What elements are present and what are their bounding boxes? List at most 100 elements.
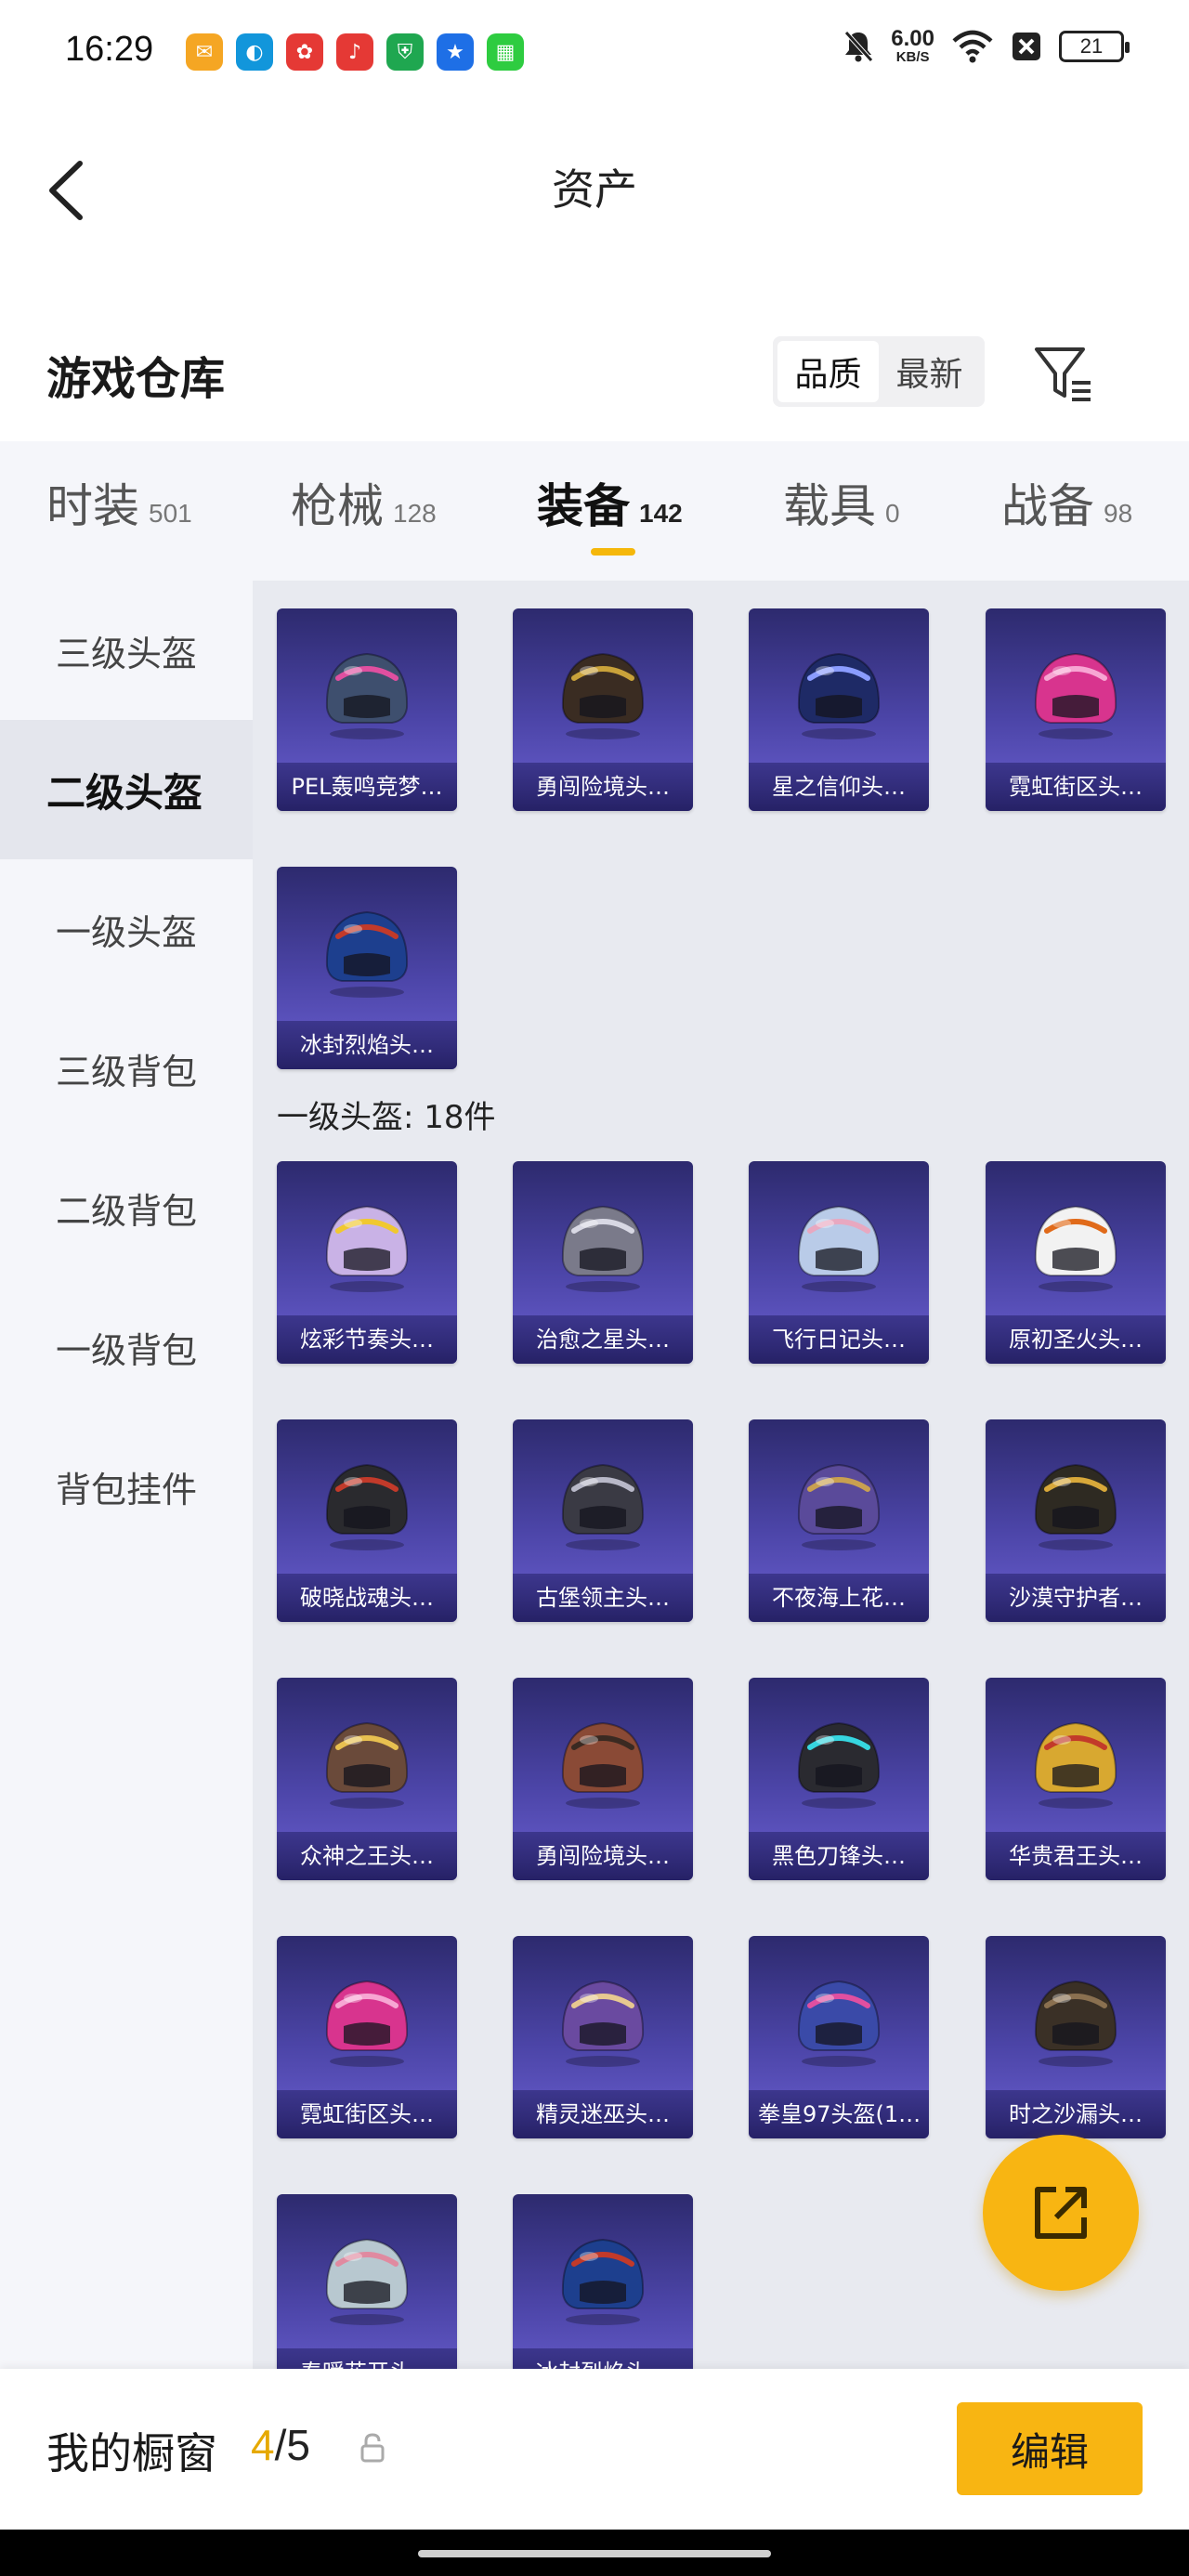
- notification-icons: ✉ ◐ ✿ ♪ ⛨ ★ ▦: [186, 33, 524, 71]
- network-speed: 6.00 KB/S: [891, 28, 934, 65]
- helmet-card[interactable]: 沙漠守护者…: [986, 1419, 1166, 1622]
- helmet-card[interactable]: 炫彩节奏头…: [277, 1161, 457, 1364]
- helmet-icon: [325, 910, 409, 998]
- helmet-card-name: 华贵君王头…: [986, 1832, 1166, 1880]
- helmet-icon: [325, 1980, 409, 2067]
- sidebar-item-3[interactable]: 三级背包: [0, 999, 253, 1138]
- helmet-icon: [561, 1463, 645, 1550]
- home-indicator[interactable]: [418, 2550, 771, 2557]
- helmet-icon: [325, 2238, 409, 2325]
- helmet-icon: [797, 1463, 881, 1550]
- helmet-icon: [561, 2238, 645, 2325]
- helmet-card[interactable]: 春暖花开头…: [277, 2194, 457, 2369]
- helmet-icon: [1034, 1205, 1117, 1292]
- helmet-card-name: 冰封烈焰头…: [513, 2348, 693, 2369]
- helmet-card[interactable]: 时之沙漏头…: [986, 1936, 1166, 2138]
- tab-0[interactable]: 时装 501: [46, 469, 192, 536]
- sort-option-quality[interactable]: 品质: [777, 341, 879, 402]
- helmet-icon: [561, 1205, 645, 1292]
- sidebar: 三级头盔 二级头盔 一级头盔 三级背包 二级背包 一级背包 背包挂件: [0, 581, 253, 2369]
- helmet-card[interactable]: 精灵迷巫头…: [513, 1936, 693, 2138]
- helmet-card-name: 星之信仰头…: [749, 763, 929, 811]
- tab-2[interactable]: 装备 142: [537, 469, 683, 536]
- helmet-card[interactable]: 飞行日记头…: [749, 1161, 929, 1364]
- share-fab-button[interactable]: [983, 2135, 1139, 2291]
- sidebar-item-1[interactable]: 二级头盔: [0, 720, 253, 859]
- system-nav-bar: [0, 2530, 1189, 2576]
- android-app-icon: ▦: [487, 33, 524, 71]
- shield-app-icon: ⛨: [386, 33, 424, 71]
- helmet-card[interactable]: 勇闯险境头…: [513, 608, 693, 811]
- sort-option-newest[interactable]: 最新: [879, 341, 980, 402]
- helmet-icon: [797, 1721, 881, 1809]
- showcase-label: 我的橱窗: [46, 2428, 217, 2478]
- helmet-card[interactable]: 霓虹街区头…: [986, 608, 1166, 811]
- sidebar-item-6[interactable]: 背包挂件: [0, 1417, 253, 1556]
- tab-4[interactable]: 战备 98: [1001, 469, 1132, 536]
- tab-label: 时装: [46, 479, 139, 533]
- app-header: 资产: [0, 102, 1189, 260]
- external-link-icon: [1035, 2187, 1087, 2239]
- helmet-icon: [1034, 1721, 1117, 1809]
- helmet-card[interactable]: 霓虹街区头…: [277, 1936, 457, 2138]
- helmet-card-name: 原初圣火头…: [986, 1315, 1166, 1364]
- showcase-current: 4: [251, 2421, 275, 2469]
- lock-icon: [360, 2433, 385, 2463]
- showcase-count: 4/5: [251, 2420, 310, 2470]
- helmet-card[interactable]: 众神之王头…: [277, 1678, 457, 1880]
- sidebar-item-5[interactable]: 一级背包: [0, 1277, 253, 1417]
- helmet-card[interactable]: 治愈之星头…: [513, 1161, 693, 1364]
- qq-app-icon: ◐: [236, 33, 273, 71]
- filter-button[interactable]: [1031, 342, 1096, 407]
- helmet-card-name: 黑色刀锋头…: [749, 1832, 929, 1880]
- helmet-icon: [1034, 1463, 1117, 1550]
- helmet-card-name: 拳皇97头盔(1…: [749, 2090, 929, 2138]
- helmet-card[interactable]: 星之信仰头…: [749, 608, 929, 811]
- helmet-card[interactable]: 不夜海上花…: [749, 1419, 929, 1622]
- helmet-card[interactable]: 破晓战魂头…: [277, 1419, 457, 1622]
- edit-button[interactable]: 编辑: [957, 2402, 1143, 2495]
- helmet-card-name: 飞行日记头…: [749, 1315, 929, 1364]
- helmet-card[interactable]: 古堡领主头…: [513, 1419, 693, 1622]
- tab-label: 战备: [1001, 479, 1094, 533]
- helmet-icon: [797, 1205, 881, 1292]
- helmet-icon: [561, 652, 645, 739]
- helmet-card-name: 春暖花开头…: [277, 2348, 457, 2369]
- no-sim-icon: [1013, 32, 1040, 60]
- helmet-icon: [325, 652, 409, 739]
- helmet-card-name: 冰封烈焰头…: [277, 1021, 457, 1069]
- helmet-card-name: 精灵迷巫头…: [513, 2090, 693, 2138]
- helmet-card-name: 炫彩节奏头…: [277, 1315, 457, 1364]
- helmet-card[interactable]: PEL轰鸣竞梦…: [277, 608, 457, 811]
- tab-1[interactable]: 枪械 128: [291, 469, 437, 536]
- tab-label: 装备: [537, 479, 630, 533]
- helmet-card[interactable]: 拳皇97头盔(1…: [749, 1936, 929, 2138]
- music-app-icon: ♪: [336, 33, 373, 71]
- category-tabs: 时装 501 枪械 128 装备 142 载具 0 战备 98: [0, 441, 1189, 581]
- helmet-icon: [1034, 1980, 1117, 2067]
- helmet-card[interactable]: 冰封烈焰头…: [277, 867, 457, 1069]
- sidebar-item-4[interactable]: 二级背包: [0, 1138, 253, 1277]
- net-speed-unit: KB/S: [895, 49, 930, 65]
- status-bar: 16:29 ✉ ◐ ✿ ♪ ⛨ ★ ▦ 6.00 KB/S 21: [0, 0, 1189, 102]
- tab-label: 载具: [783, 479, 876, 533]
- sidebar-item-0[interactable]: 三级头盔: [0, 581, 253, 720]
- helmet-card[interactable]: 黑色刀锋头…: [749, 1678, 929, 1880]
- helmet-card-name: 霓虹街区头…: [986, 763, 1166, 811]
- helmet-card-name: 众神之王头…: [277, 1832, 457, 1880]
- helmet-icon: [797, 1980, 881, 2067]
- filter-icon: [1035, 347, 1091, 401]
- helmet-card[interactable]: 原初圣火头…: [986, 1161, 1166, 1364]
- tab-count: 142: [639, 499, 683, 528]
- section-label-level1-helmets: 一级头盔: 18件: [277, 1099, 496, 1136]
- page-title: 资产: [552, 164, 637, 215]
- tab-count: 128: [393, 499, 437, 528]
- sidebar-item-2[interactable]: 一级头盔: [0, 859, 253, 999]
- helmet-card[interactable]: 勇闯险境头…: [513, 1678, 693, 1880]
- helmet-card[interactable]: 冰封烈焰头…: [513, 2194, 693, 2369]
- helmet-card-name: 古堡领主头…: [513, 1574, 693, 1622]
- helmet-card[interactable]: 华贵君王头…: [986, 1678, 1166, 1880]
- helmet-card-name: 治愈之星头…: [513, 1315, 693, 1364]
- helmet-icon: [561, 1721, 645, 1809]
- tab-3[interactable]: 载具 0: [783, 469, 900, 536]
